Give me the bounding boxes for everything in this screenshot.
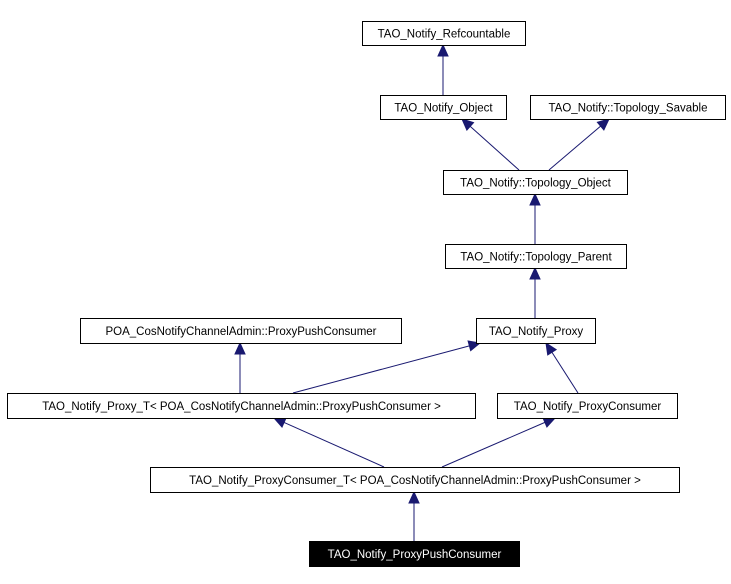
inheritance-edge-topo_object-to-object [461,118,520,171]
class-node-proxy_consumer[interactable]: TAO_Notify_ProxyConsumer [497,393,678,419]
arrowhead-icon [408,490,420,504]
class-node-topo_parent[interactable]: TAO_Notify::Topology_Parent [445,244,627,269]
inheritance-diagram: TAO_Notify_Refcountable TAO_Notify_Object… [0,0,731,584]
class-label: TAO_Notify::Topology_Parent [460,252,612,264]
inheritance-edge-proxy_consumer_t-to-proxy_consumer [441,417,557,468]
class-node-object[interactable]: TAO_Notify_Object [380,95,507,120]
class-node-refcountable[interactable]: TAO_Notify_Refcountable [362,21,526,46]
edge-line [548,125,601,171]
arrowhead-icon [542,417,557,428]
class-label: TAO_Notify_ProxyConsumer_T< POA_CosNotif… [189,475,641,487]
class-label: TAO_Notify_Object [394,103,493,115]
class-node-poa_ppc[interactable]: POA_CosNotifyChannelAdmin::ProxyPushCons… [80,318,402,344]
class-label: TAO_Notify::Topology_Object [460,178,611,190]
class-node-proxy_consumer_t[interactable]: TAO_Notify_ProxyConsumer_T< POA_CosNotif… [150,467,680,493]
class-label: TAO_Notify_Proxy [489,326,584,338]
class-label: TAO_Notify::Topology_Savable [549,103,708,115]
class-label: TAO_Notify_Refcountable [378,29,511,41]
inheritance-edge-proxy_t-to-poa_ppc [234,341,246,393]
class-node-proxy_push_consumer: TAO_Notify_ProxyPushConsumer [309,541,520,567]
arrowhead-icon [545,341,558,356]
inheritance-edge-object-to-refcountable [437,43,449,95]
edge-line [292,345,470,394]
inheritance-edge-topo_object-to-savable [548,118,610,171]
class-node-savable[interactable]: TAO_Notify::Topology_Savable [530,95,726,120]
edge-line [551,351,579,394]
class-label: POA_CosNotifyChannelAdmin::ProxyPushCons… [105,326,376,338]
class-label: TAO_Notify_ProxyPushConsumer [328,549,502,561]
edge-line [441,421,546,468]
edge-line [283,422,385,468]
arrowhead-icon [529,266,541,280]
inheritance-edge-topo_parent-to-topo_object [529,192,541,244]
arrowhead-icon [437,43,449,57]
inheritance-edge-proxy_consumer-to-proxy [545,341,579,394]
inheritance-edge-proxy-to-topo_parent [529,266,541,318]
class-label: TAO_Notify_ProxyConsumer [514,401,662,413]
class-node-proxy[interactable]: TAO_Notify_Proxy [476,318,596,344]
arrowhead-icon [234,341,246,355]
class-node-topo_object[interactable]: TAO_Notify::Topology_Object [443,170,628,195]
diagram-canvas: TAO_Notify_Refcountable TAO_Notify_Object… [7,21,726,567]
arrowhead-icon [272,417,287,428]
class-node-proxy_t[interactable]: TAO_Notify_Proxy_T< POA_CosNotifyChannel… [7,393,476,419]
arrowhead-icon [596,118,610,131]
inheritance-edge-proxy_push_consumer-to-proxy_consumer_t [408,490,420,541]
inheritance-edge-proxy_consumer_t-to-proxy_t [272,417,385,468]
inheritance-edge-proxy_t-to-proxy [292,340,482,394]
arrowhead-icon [529,192,541,206]
edge-line [469,125,520,171]
class-label: TAO_Notify_Proxy_T< POA_CosNotifyChannel… [42,401,441,413]
